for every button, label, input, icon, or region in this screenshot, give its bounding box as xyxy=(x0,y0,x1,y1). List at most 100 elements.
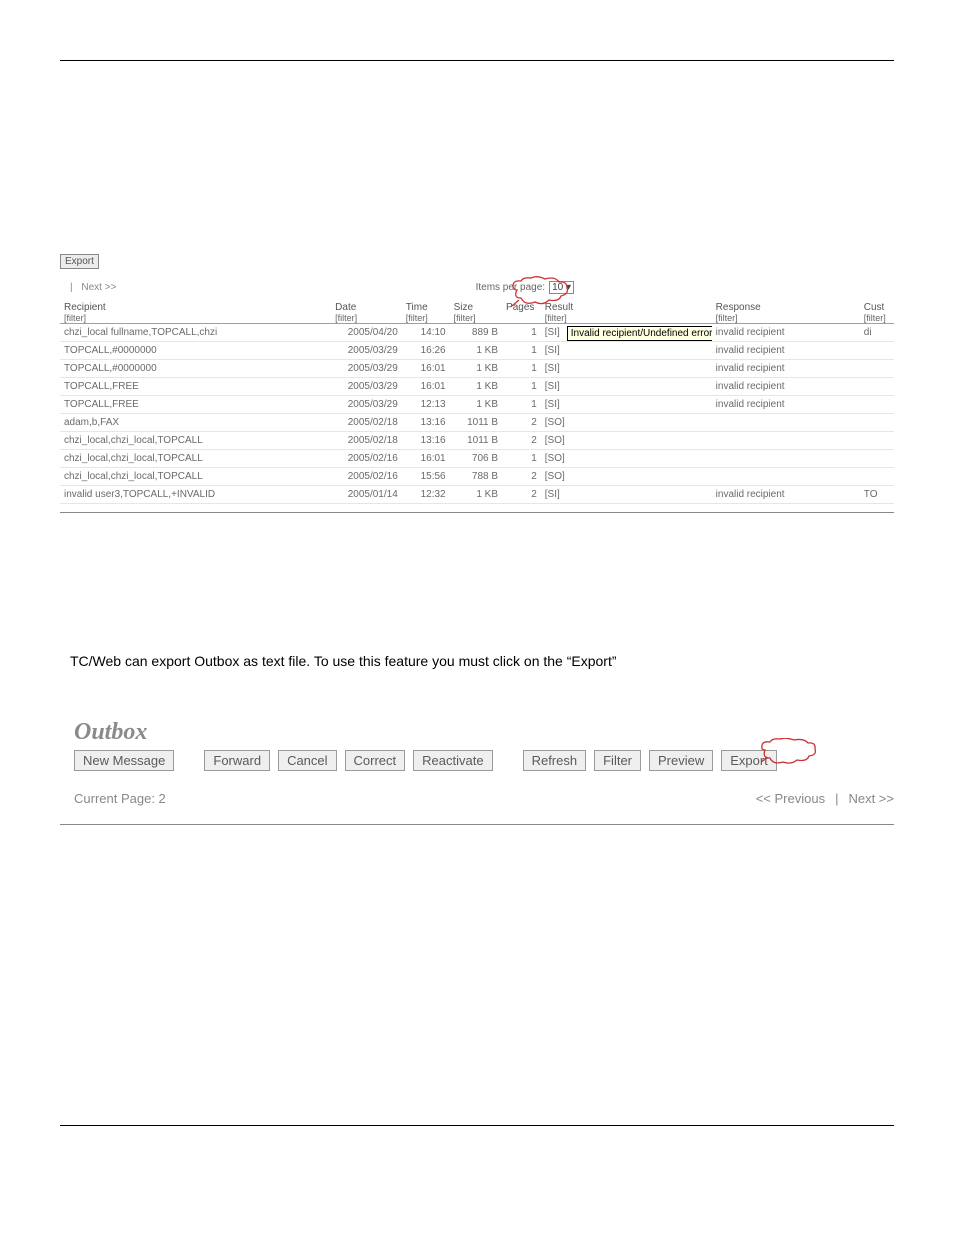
body-paragraph: TC/Web can export Outbox as text file. T… xyxy=(70,653,894,669)
correct-button[interactable]: Correct xyxy=(345,750,406,771)
preview-button[interactable]: Preview xyxy=(649,750,713,771)
cell-date: 2005/03/29 xyxy=(331,378,402,396)
cell-time: 14:10 xyxy=(402,324,450,342)
th-recipient[interactable]: Recipient[filter] xyxy=(60,300,331,324)
table-row[interactable]: TOPCALL,FREE2005/03/2916:011 KB1[SI]inva… xyxy=(60,378,894,396)
result-tooltip: Invalid recipient/Undefined error code xyxy=(567,326,712,341)
cell-time: 13:16 xyxy=(402,432,450,450)
table-row[interactable]: TOPCALL,#00000002005/03/2916:261 KB1[SI]… xyxy=(60,342,894,360)
cell-date: 2005/02/16 xyxy=(331,468,402,486)
cell-pages: 1 xyxy=(502,342,541,360)
cell-size: 788 B xyxy=(450,468,502,486)
cell-size: 1011 B xyxy=(450,414,502,432)
callout-cloud-icon xyxy=(761,738,817,773)
cell-time: 13:16 xyxy=(402,414,450,432)
cell-pages: 1 xyxy=(502,360,541,378)
cancel-button[interactable]: Cancel xyxy=(278,750,336,771)
cell-cust xyxy=(860,414,894,432)
pager-separator: | xyxy=(70,282,73,293)
cell-date: 2005/02/18 xyxy=(331,414,402,432)
cell-pages: 2 xyxy=(502,486,541,504)
cell-result: [SI] xyxy=(541,342,712,360)
table-header-row: Recipient[filter] Date[filter] Time[filt… xyxy=(60,300,894,324)
th-time[interactable]: Time[filter] xyxy=(402,300,450,324)
cell-response: invalid recipient xyxy=(712,396,860,414)
page-bottom-rule xyxy=(60,1125,894,1126)
cell-size: 1011 B xyxy=(450,432,502,450)
cell-recipient: adam,b,FAX xyxy=(60,414,331,432)
table-row[interactable]: TOPCALL,FREE2005/03/2912:131 KB1[SI]inva… xyxy=(60,396,894,414)
table-row[interactable]: chzi_local,chzi_local,TOPCALL2005/02/181… xyxy=(60,432,894,450)
cell-result: [SI] xyxy=(541,378,712,396)
table-row[interactable]: adam,b,FAX2005/02/1813:161011 B2[SO] xyxy=(60,414,894,432)
cell-result: [SI]Invalid recipient/Undefined error co… xyxy=(541,324,712,342)
refresh-button[interactable]: Refresh xyxy=(523,750,587,771)
cell-result: [SI] xyxy=(541,396,712,414)
cell-date: 2005/02/18 xyxy=(331,432,402,450)
cell-cust xyxy=(860,360,894,378)
cell-result: [SO] xyxy=(541,468,712,486)
cell-pages: 1 xyxy=(502,324,541,342)
cell-size: 1 KB xyxy=(450,396,502,414)
cell-date: 2005/03/29 xyxy=(331,396,402,414)
toolbar-row: New Message Forward Cancel Correct React… xyxy=(60,750,894,771)
cell-date: 2005/03/29 xyxy=(331,342,402,360)
th-result[interactable]: Result [filter] xyxy=(541,300,712,324)
reactivate-button[interactable]: Reactivate xyxy=(413,750,492,771)
cell-pages: 2 xyxy=(502,414,541,432)
cell-time: 16:01 xyxy=(402,378,450,396)
th-cust[interactable]: Cust[filter] xyxy=(860,300,894,324)
cell-cust xyxy=(860,432,894,450)
cell-response: invalid recipient xyxy=(712,378,860,396)
table-row[interactable]: chzi_local,chzi_local,TOPCALL2005/02/161… xyxy=(60,468,894,486)
cell-result: [SO] xyxy=(541,432,712,450)
filter-button[interactable]: Filter xyxy=(594,750,641,771)
cell-result: [SO] xyxy=(541,450,712,468)
cell-response xyxy=(712,432,860,450)
cell-pages: 2 xyxy=(502,468,541,486)
cell-cust xyxy=(860,342,894,360)
cell-pages: 2 xyxy=(502,432,541,450)
cell-recipient: invalid user3,TOPCALL,+INVALID xyxy=(60,486,331,504)
export-button-small[interactable]: Export xyxy=(60,254,99,269)
cell-response: invalid recipient xyxy=(712,360,860,378)
th-size[interactable]: Size[filter] xyxy=(450,300,502,324)
cell-cust xyxy=(860,450,894,468)
cell-result: [SO] xyxy=(541,414,712,432)
cell-size: 889 B xyxy=(450,324,502,342)
cell-time: 12:32 xyxy=(402,486,450,504)
cell-recipient: chzi_local,chzi_local,TOPCALL xyxy=(60,450,331,468)
th-date[interactable]: Date[filter] xyxy=(331,300,402,324)
cell-response xyxy=(712,450,860,468)
cell-recipient: chzi_local,chzi_local,TOPCALL xyxy=(60,468,331,486)
outbox-list-screenshot: Export | Next >> Items per page: 10 ▾ Re… xyxy=(60,251,894,513)
cell-date: 2005/01/14 xyxy=(331,486,402,504)
next-link-top[interactable]: Next >> xyxy=(81,282,116,293)
cell-recipient: TOPCALL,#0000000 xyxy=(60,342,331,360)
cell-size: 1 KB xyxy=(450,360,502,378)
outbox-toolbar-screenshot: Outbox New Message Forward Cancel Correc… xyxy=(60,709,894,825)
cell-cust: di xyxy=(860,324,894,342)
cell-pages: 1 xyxy=(502,396,541,414)
th-response[interactable]: Response[filter] xyxy=(712,300,860,324)
cell-date: 2005/02/16 xyxy=(331,450,402,468)
cell-recipient: TOPCALL,FREE xyxy=(60,378,331,396)
table-row[interactable]: chzi_local,chzi_local,TOPCALL2005/02/161… xyxy=(60,450,894,468)
previous-link[interactable]: << Previous xyxy=(756,791,825,806)
cell-response: invalid recipient xyxy=(712,486,860,504)
outbox-table: Recipient[filter] Date[filter] Time[filt… xyxy=(60,300,894,504)
cell-time: 12:13 xyxy=(402,396,450,414)
cell-result: [SI] xyxy=(541,486,712,504)
table-row[interactable]: invalid user3,TOPCALL,+INVALID2005/01/14… xyxy=(60,486,894,504)
cell-response xyxy=(712,468,860,486)
cell-size: 1 KB xyxy=(450,486,502,504)
cell-time: 16:01 xyxy=(402,450,450,468)
table-row[interactable]: chzi_local fullname,TOPCALL,chzi2005/04/… xyxy=(60,324,894,342)
cell-cust xyxy=(860,378,894,396)
current-page-label: Current Page: 2 xyxy=(74,791,166,806)
cell-size: 706 B xyxy=(450,450,502,468)
next-link[interactable]: Next >> xyxy=(848,791,894,806)
table-row[interactable]: TOPCALL,#00000002005/03/2916:011 KB1[SI]… xyxy=(60,360,894,378)
forward-button[interactable]: Forward xyxy=(204,750,270,771)
new-message-button[interactable]: New Message xyxy=(74,750,174,771)
